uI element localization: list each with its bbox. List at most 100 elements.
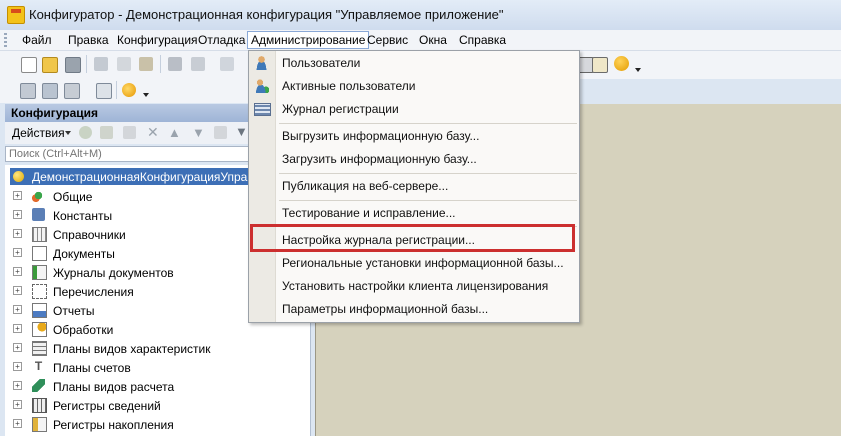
tree-item-chart-of-characteristic-types[interactable]: + Планы видов характеристик bbox=[5, 339, 310, 358]
window-icon[interactable] bbox=[20, 83, 36, 99]
open-folder-icon[interactable] bbox=[42, 57, 58, 73]
toolbar-right bbox=[578, 51, 841, 79]
menu-item-label: Установить настройки клиента лицензирова… bbox=[282, 279, 549, 293]
expand-icon[interactable]: + bbox=[13, 267, 22, 276]
toolbar-separator bbox=[116, 81, 117, 99]
menu-item-users[interactable]: Пользователи bbox=[249, 52, 579, 74]
arrow-down-icon[interactable]: ▼ bbox=[192, 125, 205, 140]
data-processors-icon bbox=[32, 322, 47, 337]
documents-icon bbox=[32, 246, 47, 261]
delete-icon[interactable]: ✕ bbox=[147, 124, 159, 141]
info-icon[interactable] bbox=[614, 56, 629, 71]
document-journals-icon bbox=[32, 265, 47, 280]
save-icon[interactable] bbox=[65, 57, 81, 73]
constants-icon bbox=[32, 208, 45, 221]
menu-item-label: Параметры информационной базы... bbox=[282, 302, 489, 316]
expand-icon[interactable]: + bbox=[13, 191, 22, 200]
filter-icon[interactable]: ▼ bbox=[235, 124, 248, 139]
help-book-icon[interactable] bbox=[592, 57, 608, 73]
expand-icon[interactable]: + bbox=[13, 210, 22, 219]
menu-help[interactable]: Справка bbox=[459, 33, 506, 47]
preview-icon[interactable] bbox=[191, 57, 205, 71]
menu-configuration[interactable]: Конфигурация bbox=[117, 33, 198, 47]
menu-item-regional-settings[interactable]: Региональные установки информационной ба… bbox=[249, 252, 579, 274]
expand-icon[interactable]: + bbox=[13, 305, 22, 314]
grid-icon[interactable] bbox=[64, 83, 80, 99]
calculator-icon[interactable] bbox=[42, 83, 58, 99]
menu-item-label: Тестирование и исправление... bbox=[282, 206, 456, 220]
menu-item-test-and-repair[interactable]: Тестирование и исправление... bbox=[249, 202, 579, 224]
app-logo-icon bbox=[7, 6, 25, 24]
tree-item-label: Журналы документов bbox=[53, 266, 174, 280]
arrow-up-icon[interactable]: ▲ bbox=[168, 125, 181, 140]
menu-item-active-users[interactable]: Активные пользователи bbox=[249, 75, 579, 97]
menu-edit[interactable]: Правка bbox=[68, 33, 109, 47]
sort-icon[interactable] bbox=[214, 126, 227, 139]
accumulation-registers-icon bbox=[32, 417, 47, 432]
menu-item-licensing-client-settings[interactable]: Установить настройки клиента лицензирова… bbox=[249, 275, 579, 297]
actions-menu-button[interactable]: Действия bbox=[12, 126, 65, 140]
menu-item-export-infobase[interactable]: Выгрузить информационную базу... bbox=[249, 125, 579, 147]
menu-item-label: Региональные установки информационной ба… bbox=[282, 256, 564, 270]
toolbar-separator bbox=[160, 55, 161, 73]
administration-menu: Пользователи Активные пользователи Журна… bbox=[248, 50, 580, 323]
event-log-icon bbox=[254, 103, 271, 116]
edit-icon[interactable] bbox=[100, 126, 113, 139]
expand-icon[interactable]: + bbox=[13, 286, 22, 295]
window-title: Конфигуратор - Демонстрационная конфигур… bbox=[29, 7, 504, 22]
tree-item-label: Планы видов расчета bbox=[53, 380, 175, 394]
tree-item-information-registers[interactable]: + Регистры сведений bbox=[5, 396, 310, 415]
undo-icon[interactable] bbox=[220, 57, 234, 71]
menu-administration[interactable]: Администрирование bbox=[247, 31, 370, 49]
chevron-down-icon[interactable] bbox=[65, 131, 71, 135]
panel-title: Конфигурация bbox=[11, 106, 99, 120]
menu-item-label: Журнал регистрации bbox=[282, 102, 399, 116]
expand-icon[interactable]: + bbox=[13, 362, 22, 371]
menu-item-label: Загрузить информационную базу... bbox=[282, 152, 477, 166]
chevron-down-icon[interactable] bbox=[635, 68, 641, 72]
chart-of-accounts-icon: Т bbox=[34, 359, 43, 373]
information-registers-icon bbox=[32, 398, 47, 413]
paste-icon[interactable] bbox=[139, 57, 153, 71]
tree-item-label: Документы bbox=[53, 247, 115, 261]
run-debug-icon[interactable] bbox=[122, 83, 136, 97]
menu-item-infobase-parameters[interactable]: Параметры информационной базы... bbox=[249, 298, 579, 320]
menu-bar: Файл Правка Конфигурация Отладка Админис… bbox=[0, 30, 841, 51]
expand-icon[interactable]: + bbox=[13, 419, 22, 428]
expand-icon[interactable]: + bbox=[13, 343, 22, 352]
menu-service[interactable]: Сервис bbox=[367, 33, 408, 47]
tree-item-chart-of-calculation-types[interactable]: + Планы видов расчета bbox=[5, 377, 310, 396]
copy-object-icon[interactable] bbox=[123, 126, 136, 139]
menu-file[interactable]: Файл bbox=[22, 33, 52, 47]
catalogs-icon bbox=[32, 227, 47, 242]
chart-of-calculation-types-icon bbox=[32, 379, 45, 392]
user-icon bbox=[254, 55, 269, 70]
menu-windows[interactable]: Окна bbox=[419, 33, 447, 47]
menu-item-label: Публикация на веб-сервере... bbox=[282, 179, 449, 193]
tree-item-accumulation-registers[interactable]: + Регистры накопления bbox=[5, 415, 310, 434]
reports-icon bbox=[32, 303, 47, 318]
expand-icon[interactable]: + bbox=[13, 229, 22, 238]
tree-item-label: Планы счетов bbox=[53, 361, 131, 375]
print-icon[interactable] bbox=[168, 57, 182, 71]
chevron-down-icon[interactable] bbox=[143, 93, 149, 97]
highlight-annotation bbox=[250, 224, 575, 252]
tree-item-chart-of-accounts[interactable]: + Т Планы счетов bbox=[5, 358, 310, 377]
document-icon[interactable] bbox=[96, 83, 112, 99]
tree-item-label: Планы видов характеристик bbox=[53, 342, 211, 356]
expand-icon[interactable]: + bbox=[13, 324, 22, 333]
expand-icon[interactable]: + bbox=[13, 381, 22, 390]
active-users-icon bbox=[254, 78, 269, 93]
menu-item-event-log[interactable]: Журнал регистрации bbox=[249, 98, 579, 120]
menu-separator bbox=[279, 173, 577, 174]
menu-item-import-infobase[interactable]: Загрузить информационную базу... bbox=[249, 148, 579, 170]
menu-item-web-publish[interactable]: Публикация на веб-сервере... bbox=[249, 175, 579, 197]
cut-icon[interactable] bbox=[94, 57, 108, 71]
menubar-grip bbox=[4, 33, 7, 47]
expand-icon[interactable]: + bbox=[13, 400, 22, 409]
add-icon[interactable] bbox=[79, 126, 92, 139]
copy-icon[interactable] bbox=[117, 57, 131, 71]
menu-debug[interactable]: Отладка bbox=[198, 33, 245, 47]
expand-icon[interactable]: + bbox=[13, 248, 22, 257]
new-file-icon[interactable] bbox=[21, 57, 37, 73]
